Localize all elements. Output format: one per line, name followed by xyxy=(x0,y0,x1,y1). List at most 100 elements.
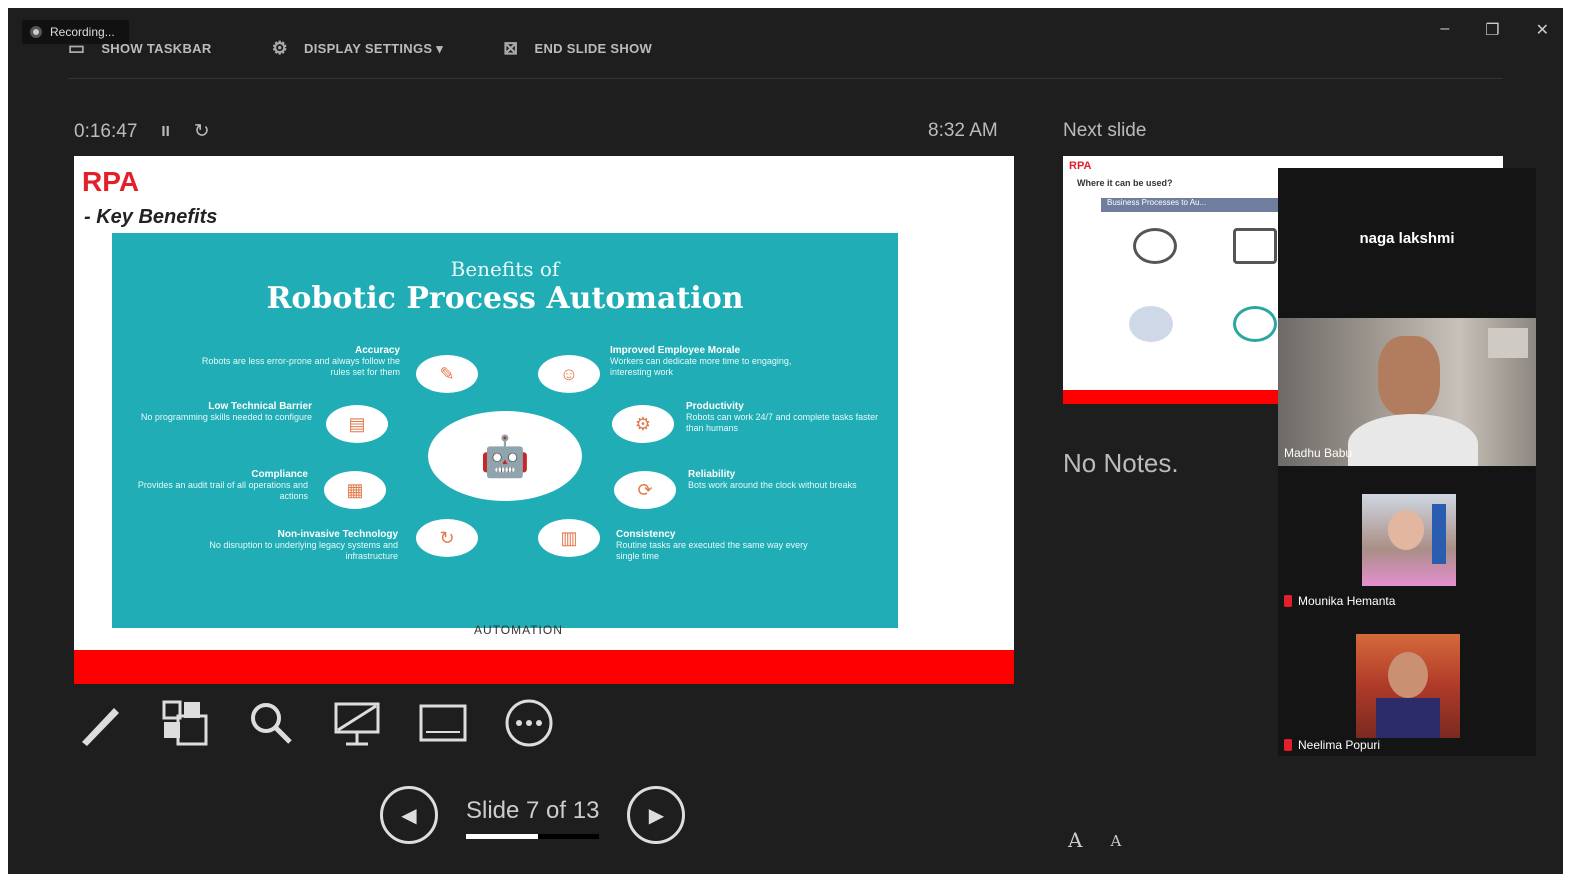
benefit-label: Productivity Robots can work 24/7 and co… xyxy=(686,401,886,434)
display-settings-button[interactable]: ⚙ DISPLAY SETTINGS ▾ xyxy=(272,38,444,59)
slide-progress-bar xyxy=(466,834,600,839)
slide-navigation: ◀ Slide 7 of 13 ▶ xyxy=(380,786,686,844)
minimize-icon[interactable]: – xyxy=(1440,20,1449,40)
participant-video xyxy=(1356,634,1460,738)
slide-footer-bar xyxy=(74,650,1014,684)
participant-tile[interactable]: Neelima Popuri xyxy=(1278,628,1536,756)
prev-arrow-icon: ◀ xyxy=(401,804,417,827)
participant-video xyxy=(1278,318,1536,466)
slide-progress-fill xyxy=(466,834,538,839)
slide-timer: 0:16:47 II ↻ xyxy=(74,120,210,143)
slide-footer-text: AUTOMATION xyxy=(474,623,563,637)
show-taskbar-button[interactable]: ▭ SHOW TASKBAR xyxy=(68,38,212,59)
more-options-button[interactable] xyxy=(504,698,554,748)
end-show-icon: ⊠ xyxy=(503,38,519,58)
next-slide-button[interactable]: ▶ xyxy=(627,786,686,844)
benefit-desc: No programming skills needed to configur… xyxy=(140,412,312,422)
benefit-label: Non-invasive Technology No disruption to… xyxy=(198,529,398,562)
subtitles-button[interactable] xyxy=(418,698,468,748)
benefit-name: Consistency xyxy=(616,529,676,540)
subtitles-icon xyxy=(419,704,467,742)
elapsed-time: 0:16:47 xyxy=(74,120,138,142)
display-settings-icon: ⚙ xyxy=(271,38,288,58)
benefit-name: Reliability xyxy=(688,469,736,480)
compliance-icon: ▦ xyxy=(324,471,386,509)
participant-label: Madhu Babu xyxy=(1284,446,1352,460)
taskbar-icon: ▭ xyxy=(68,38,86,58)
benefit-label: Consistency Routine tasks are executed t… xyxy=(616,529,816,562)
consistency-icon: ▥ xyxy=(538,519,600,557)
participant-label: Mounika Hemanta xyxy=(1284,594,1395,608)
participant-name: naga lakshmi xyxy=(1359,229,1455,247)
benefit-name: Compliance xyxy=(251,469,308,480)
benefit-label: Compliance Provides an audit trail of al… xyxy=(108,469,308,502)
restore-icon[interactable]: ❐ xyxy=(1485,20,1499,40)
more-icon xyxy=(505,699,553,747)
current-slide[interactable]: RPA - Key Benefits Benefits of Robotic P… xyxy=(74,156,1014,684)
next-slide-title: RPA xyxy=(1069,160,1092,172)
benefit-desc: No disruption to underlying legacy syste… xyxy=(209,540,398,561)
increase-font-icon[interactable]: A xyxy=(1068,828,1082,852)
accuracy-icon: ✎ xyxy=(416,355,478,393)
presenter-toolbar: ▭ SHOW TASKBAR ⚙ DISPLAY SETTINGS ▾ ⊠ EN… xyxy=(68,38,652,59)
infographic-title-line1: Benefits of xyxy=(450,257,560,281)
gear-icon xyxy=(1233,306,1277,342)
benefit-desc: Bots work around the clock without break… xyxy=(688,480,857,490)
document-icon xyxy=(1233,228,1277,264)
notes-font-controls: A A xyxy=(1068,828,1121,852)
black-screen-button[interactable] xyxy=(332,698,382,748)
participant-name: Mounika Hemanta xyxy=(1298,594,1396,608)
infographic-title-line2: Robotic Process Automation xyxy=(266,281,744,316)
slide-subtitle: - Key Benefits xyxy=(84,206,218,228)
next-slide-heading: Next slide xyxy=(1063,120,1147,141)
benefit-name: Low Technical Barrier xyxy=(208,401,312,412)
clock-icon xyxy=(1133,228,1177,264)
grid-icon xyxy=(162,700,208,746)
benefit-label: Reliability Bots work around the clock w… xyxy=(688,469,888,491)
participant-name: Madhu Babu xyxy=(1284,446,1353,460)
presenter-tools xyxy=(74,698,554,748)
see-all-slides-button[interactable] xyxy=(160,698,210,748)
muted-mic-icon xyxy=(1284,739,1292,751)
record-icon xyxy=(30,26,42,38)
pen-tool-button[interactable] xyxy=(74,698,124,748)
display-settings-label: DISPLAY SETTINGS ▾ xyxy=(304,40,444,56)
participant-tile[interactable]: naga lakshmi xyxy=(1278,168,1536,308)
next-arrow-icon: ▶ xyxy=(648,804,665,827)
muted-mic-icon xyxy=(1284,595,1292,607)
end-slide-show-label: END SLIDE SHOW xyxy=(534,41,653,56)
rpa-benefits-infographic: Benefits of Robotic Process Automation 🤖… xyxy=(112,233,898,628)
reliability-icon: ⟳ xyxy=(614,471,676,509)
benefit-name: Non-invasive Technology xyxy=(277,529,398,540)
benefit-label: Low Technical Barrier No programming ski… xyxy=(112,401,312,423)
decrease-font-icon[interactable]: A xyxy=(1110,832,1121,852)
toolbar-divider xyxy=(68,78,1503,79)
benefit-label: Improved Employee Morale Workers can ded… xyxy=(610,345,810,378)
benefit-desc: Routine tasks are executed the same way … xyxy=(616,540,808,561)
speaker-notes: No Notes. xyxy=(1063,448,1179,478)
next-slide-question: Where it can be used? xyxy=(1077,178,1173,188)
slide-title: RPA xyxy=(82,166,140,197)
noninvasive-icon: ↻ xyxy=(416,519,478,557)
benefit-name: Improved Employee Morale xyxy=(610,345,741,356)
previous-slide-button[interactable]: ◀ xyxy=(380,786,438,844)
close-icon[interactable]: ✕ xyxy=(1536,20,1549,40)
benefit-desc: Provides an audit trail of all operation… xyxy=(137,480,308,501)
benefit-name: Productivity xyxy=(686,401,744,412)
window-controls: – ❐ ✕ xyxy=(1440,20,1549,40)
meeting-participants-panel: naga lakshmi Madhu Babu Mounika Hemanta xyxy=(1278,168,1536,756)
magnifier-icon xyxy=(251,703,292,744)
zoom-button[interactable] xyxy=(246,698,296,748)
productivity-icon: ⚙ xyxy=(612,405,674,443)
presenter-view-window: Recording... ▭ SHOW TASKBAR ⚙ DISPLAY SE… xyxy=(8,8,1563,874)
benefit-label: Accuracy Robots are less error-prone and… xyxy=(200,345,400,378)
pause-timer-icon[interactable]: II xyxy=(161,123,169,140)
end-slide-show-button[interactable]: ⊠ END SLIDE SHOW xyxy=(503,38,652,59)
slide-counter[interactable]: Slide 7 of 13 xyxy=(466,797,600,839)
participant-tile[interactable]: Madhu Babu xyxy=(1278,318,1536,466)
benefit-desc: Workers can dedicate more time to engagi… xyxy=(610,356,792,377)
benefit-name: Accuracy xyxy=(354,345,400,356)
reset-timer-icon[interactable]: ↻ xyxy=(194,120,210,143)
participant-tile[interactable]: Mounika Hemanta xyxy=(1278,486,1536,614)
pen-icon xyxy=(82,708,119,746)
